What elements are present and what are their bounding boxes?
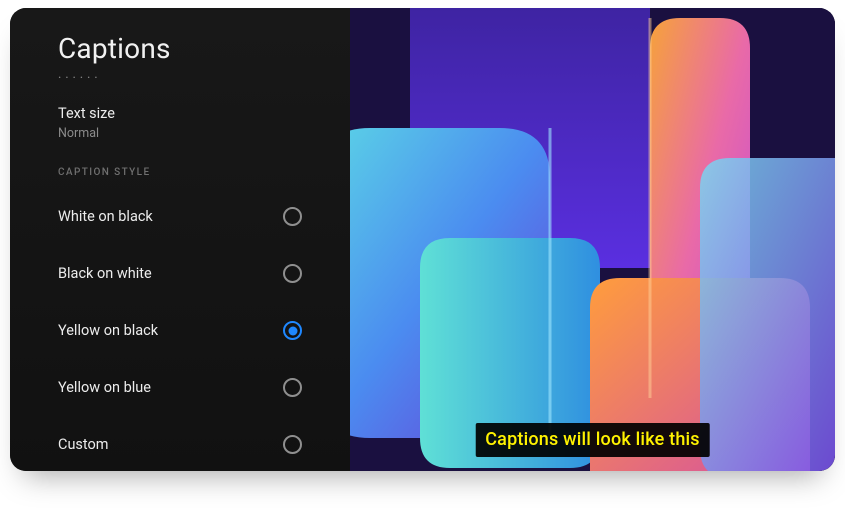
radio-icon-selected	[283, 321, 302, 340]
text-size-setting[interactable]: Text size Normal	[58, 105, 350, 141]
text-size-value: Normal	[58, 126, 350, 141]
radio-icon	[283, 207, 302, 226]
option-yellow-on-black[interactable]: Yellow on black	[58, 302, 350, 359]
caption-style-options: White on black Black on white Yellow on …	[58, 188, 350, 471]
radio-icon	[283, 378, 302, 397]
caption-style-section-header: CAPTION STYLE	[58, 167, 350, 178]
option-white-on-black[interactable]: White on black	[58, 188, 350, 245]
option-label: Yellow on blue	[58, 379, 151, 396]
option-label: White on black	[58, 208, 153, 225]
page-title: Captions	[58, 32, 350, 65]
abstract-wallpaper	[350, 8, 835, 471]
radio-icon	[283, 435, 302, 454]
option-black-on-white[interactable]: Black on white	[58, 245, 350, 302]
settings-sidebar: Captions . . . . . . Text size Normal CA…	[10, 8, 350, 471]
option-label: Custom	[58, 436, 109, 453]
option-custom[interactable]: Custom	[58, 416, 350, 471]
caption-preview-area: Captions will look like this	[350, 8, 835, 471]
text-size-label: Text size	[58, 105, 350, 122]
previous-item-truncated: . . . . . .	[58, 75, 350, 85]
option-yellow-on-blue[interactable]: Yellow on blue	[58, 359, 350, 416]
caption-sample-text: Captions will look like this	[475, 423, 710, 457]
option-label: Black on white	[58, 265, 152, 282]
radio-icon	[283, 264, 302, 283]
captions-settings-screen: Captions . . . . . . Text size Normal CA…	[10, 8, 835, 471]
option-label: Yellow on black	[58, 322, 158, 339]
